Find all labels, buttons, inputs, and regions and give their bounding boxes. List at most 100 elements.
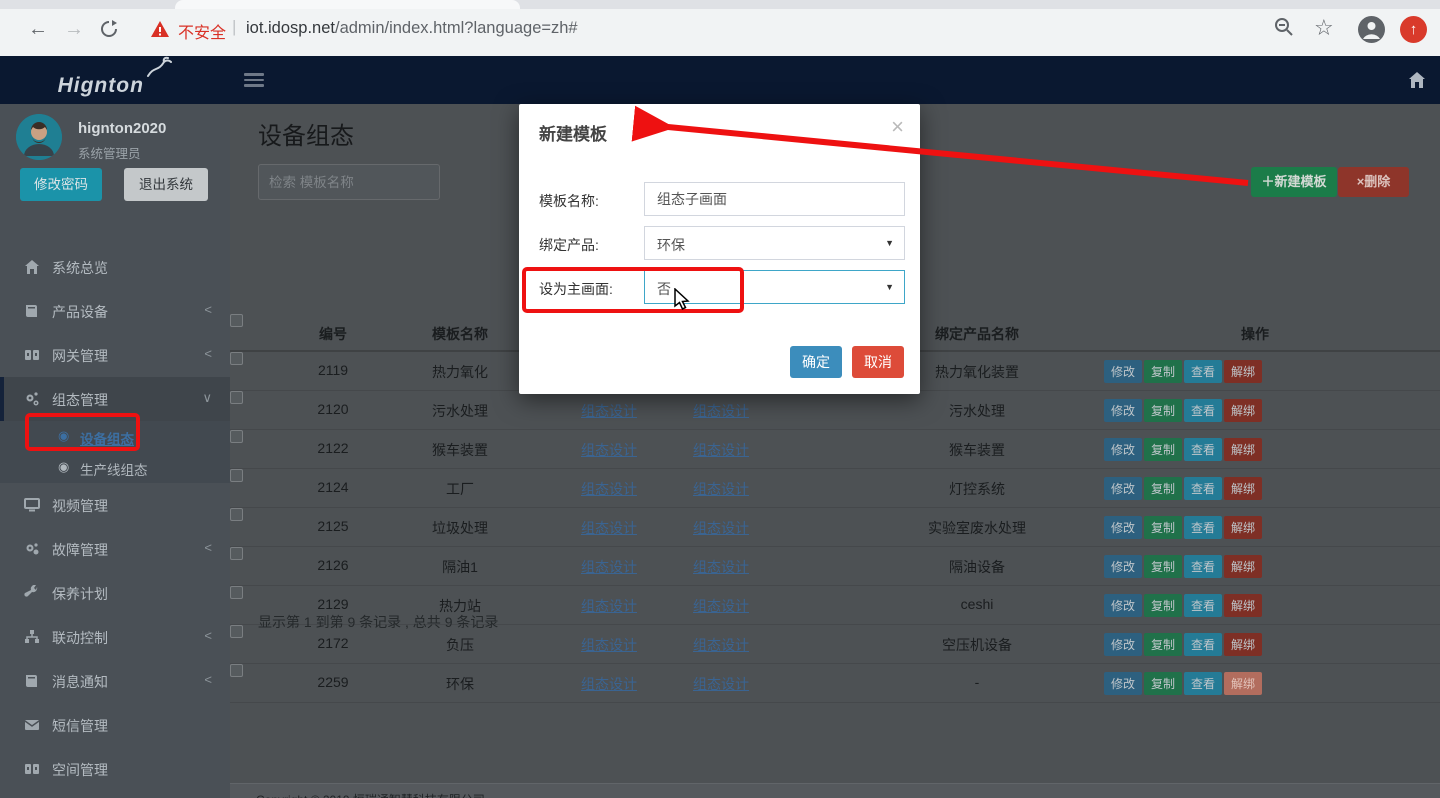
row-checkbox[interactable] <box>230 547 243 560</box>
close-icon[interactable]: × <box>891 114 904 140</box>
sidebar-item-notifications[interactable]: 消息通知 < <box>0 659 230 703</box>
design-link[interactable]: 组态设计 <box>693 598 749 614</box>
change-password-button[interactable]: 修改密码 <box>20 168 102 201</box>
hignton-logo[interactable]: Hignton <box>0 56 230 104</box>
row-checkbox[interactable] <box>230 586 243 599</box>
table-row: 2122 猴车装置 组态设计 组态设计 猴车装置 修改复制查看解绑 <box>230 430 1440 469</box>
design-link[interactable]: 组态设计 <box>581 598 637 614</box>
unbind-button[interactable]: 解绑 <box>1224 399 1262 422</box>
delete-button[interactable]: ×删除 <box>1338 167 1409 197</box>
sidebar-item-product-devices[interactable]: 产品设备 < <box>0 289 230 333</box>
row-checkbox[interactable] <box>230 469 243 482</box>
view-button[interactable]: 查看 <box>1184 516 1222 539</box>
copy-button[interactable]: 复制 <box>1144 360 1182 383</box>
row-checkbox[interactable] <box>230 391 243 404</box>
sidebar-item-space[interactable]: 空间管理 <box>0 747 230 791</box>
edit-button[interactable]: 修改 <box>1104 399 1142 422</box>
design-link[interactable]: 组态设计 <box>581 442 637 458</box>
design-link[interactable]: 组态设计 <box>581 637 637 653</box>
design-link[interactable]: 组态设计 <box>693 559 749 575</box>
sidebar-item-system-overview[interactable]: 系统总览 <box>0 245 230 289</box>
design-link[interactable]: 组态设计 <box>581 481 637 497</box>
sidebar-item-gateway[interactable]: 网关管理 < <box>0 333 230 377</box>
edit-button[interactable]: 修改 <box>1104 594 1142 617</box>
design-link[interactable]: 组态设计 <box>581 520 637 536</box>
browser-reload-icon[interactable] <box>100 20 118 38</box>
row-checkbox[interactable] <box>230 625 243 638</box>
sidebar-item-sms[interactable]: 短信管理 <box>0 703 230 747</box>
view-button[interactable]: 查看 <box>1184 555 1222 578</box>
logout-button[interactable]: 退出系统 <box>124 168 208 201</box>
zoom-out-icon[interactable] <box>1274 17 1294 37</box>
edit-button[interactable]: 修改 <box>1104 477 1142 500</box>
view-button[interactable]: 查看 <box>1184 360 1222 383</box>
copy-button[interactable]: 复制 <box>1144 555 1182 578</box>
view-button[interactable]: 查看 <box>1184 672 1222 695</box>
browser-tab[interactable] <box>175 0 520 9</box>
design-link[interactable]: 组态设计 <box>693 676 749 692</box>
sidebar-item-linkage-control[interactable]: 联动控制 < <box>0 615 230 659</box>
sidebar-toggle-button[interactable] <box>244 73 264 87</box>
edit-button[interactable]: 修改 <box>1104 633 1142 656</box>
sidebar-item-maintenance[interactable]: 保养计划 <box>0 571 230 615</box>
design-link[interactable]: 组态设计 <box>693 637 749 653</box>
home-icon <box>24 259 40 275</box>
sidebar-subitem-device-configuration[interactable]: ◉ 设备组态 <box>0 421 230 452</box>
edit-button[interactable]: 修改 <box>1104 516 1142 539</box>
sidebar-item-video[interactable]: 视频管理 <box>0 483 230 527</box>
row-checkbox[interactable] <box>230 352 243 365</box>
copy-button[interactable]: 复制 <box>1144 633 1182 656</box>
copy-button[interactable]: 复制 <box>1144 477 1182 500</box>
unbind-button[interactable]: 解绑 <box>1224 555 1262 578</box>
copy-button[interactable]: 复制 <box>1144 594 1182 617</box>
cancel-button[interactable]: 取消 <box>852 346 904 378</box>
unbind-button[interactable]: 解绑 <box>1224 516 1262 539</box>
view-button[interactable]: 查看 <box>1184 399 1222 422</box>
home-icon[interactable] <box>1408 71 1426 89</box>
bind-product-select[interactable]: 环保 ▼ <box>644 226 905 260</box>
search-input[interactable] <box>259 165 439 199</box>
sidebar-item-configuration[interactable]: 组态管理 ∨ <box>0 377 230 421</box>
view-button[interactable]: 查看 <box>1184 477 1222 500</box>
copy-button[interactable]: 复制 <box>1144 516 1182 539</box>
copy-button[interactable]: 复制 <box>1144 672 1182 695</box>
sidebar-subitem-production-line-configuration[interactable]: ◉ 生产线组态 <box>0 452 230 483</box>
browser-update-icon[interactable]: ↑ <box>1400 16 1427 43</box>
new-template-button[interactable]: ＋新建模板 <box>1251 167 1337 197</box>
sidebar-item-fault[interactable]: 故障管理 < <box>0 527 230 571</box>
edit-button[interactable]: 修改 <box>1104 555 1142 578</box>
view-button[interactable]: 查看 <box>1184 594 1222 617</box>
edit-button[interactable]: 修改 <box>1104 360 1142 383</box>
browser-profile-icon[interactable] <box>1358 16 1385 43</box>
design-link[interactable]: 组态设计 <box>693 403 749 419</box>
design-link[interactable]: 组态设计 <box>581 403 637 419</box>
design-link[interactable]: 组态设计 <box>693 520 749 536</box>
unbind-button[interactable]: 解绑 <box>1224 438 1262 461</box>
template-name-input[interactable] <box>645 183 904 215</box>
main-screen-value: 否 <box>657 279 671 299</box>
edit-button[interactable]: 修改 <box>1104 438 1142 461</box>
view-button[interactable]: 查看 <box>1184 438 1222 461</box>
bookmark-star-icon[interactable]: ☆ <box>1314 15 1334 41</box>
unbind-button[interactable]: 解绑 <box>1224 633 1262 656</box>
column-header-id[interactable]: 编号 <box>290 324 376 344</box>
copy-button[interactable]: 复制 <box>1144 438 1182 461</box>
design-link[interactable]: 组态设计 <box>693 442 749 458</box>
row-checkbox[interactable] <box>230 664 243 677</box>
row-checkbox[interactable] <box>230 430 243 443</box>
design-link[interactable]: 组态设计 <box>581 559 637 575</box>
address-bar[interactable]: iot.idosp.net/admin/index.html?language=… <box>246 19 578 38</box>
select-all-checkbox[interactable] <box>230 314 243 327</box>
edit-button[interactable]: 修改 <box>1104 672 1142 695</box>
unbind-button[interactable]: 解绑 <box>1224 594 1262 617</box>
row-checkbox[interactable] <box>230 508 243 521</box>
view-button[interactable]: 查看 <box>1184 633 1222 656</box>
design-link[interactable]: 组态设计 <box>693 481 749 497</box>
main-screen-select[interactable]: 否 ▼ <box>644 270 905 304</box>
unbind-button[interactable]: 解绑 <box>1224 477 1262 500</box>
copy-button[interactable]: 复制 <box>1144 399 1182 422</box>
design-link[interactable]: 组态设计 <box>581 676 637 692</box>
confirm-button[interactable]: 确定 <box>790 346 842 378</box>
unbind-button[interactable]: 解绑 <box>1224 360 1262 383</box>
browser-back-icon[interactable]: ← <box>28 18 48 40</box>
